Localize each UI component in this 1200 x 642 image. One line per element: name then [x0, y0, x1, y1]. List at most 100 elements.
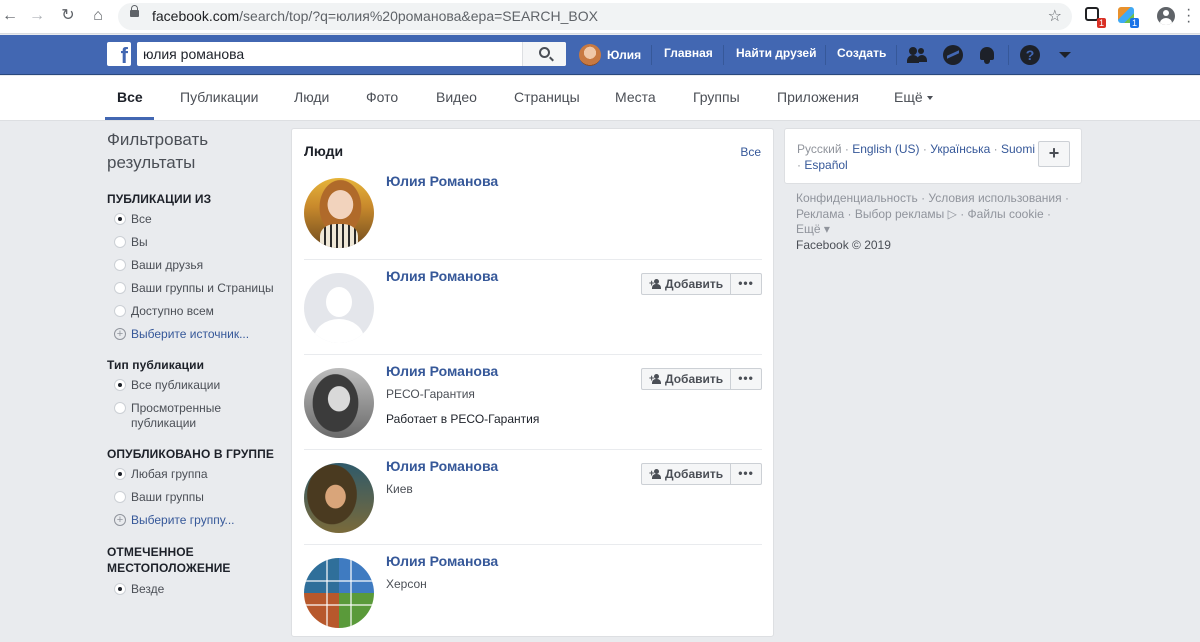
current-language: Русский [797, 142, 842, 156]
help-icon[interactable]: ? [1020, 45, 1040, 65]
search-tabs: Все Публикации Люди Фото Видео Страницы … [0, 76, 1200, 121]
footer-link-more[interactable]: Ещё [796, 222, 821, 236]
person-name-link[interactable]: Юлия Романова [386, 553, 498, 569]
filter-option[interactable]: Ваши группы [107, 490, 282, 505]
copyright-text: Facebook © 2019 [796, 237, 891, 252]
add-friend-icon: + [649, 374, 662, 384]
add-friend-button[interactable]: + Добавить [641, 463, 731, 485]
person-name-link[interactable]: Юлия Романова [386, 363, 498, 379]
language-link[interactable]: English (US) [852, 142, 919, 156]
plus-circle-icon: + [114, 514, 126, 526]
nav-profile-link[interactable]: Юлия [579, 43, 641, 67]
more-options-button[interactable]: ••• [730, 273, 762, 295]
radio-selected-icon [114, 583, 126, 595]
nav-find-friends-link[interactable]: Найти друзей [736, 46, 816, 60]
tab-pages[interactable]: Страницы [514, 89, 580, 105]
nav-create-link[interactable]: Создать [837, 46, 886, 60]
person-name-link[interactable]: Юлия Романова [386, 458, 498, 474]
language-link[interactable]: Suomi [1001, 142, 1035, 156]
friend-requests-icon[interactable] [907, 45, 927, 65]
language-list: Русский · English (US) · Українська · Su… [797, 142, 1036, 172]
add-language-button[interactable]: + [1038, 141, 1070, 167]
extension-icon[interactable]: 1 [1085, 7, 1106, 28]
search-box [137, 42, 566, 66]
filter-option-label: Ваши друзья [131, 258, 204, 272]
profile-photo[interactable] [304, 178, 374, 248]
footer-link-ad-choices[interactable]: Выбор рекламы [855, 207, 944, 221]
language-link[interactable]: Español [804, 158, 847, 172]
filter-option[interactable]: Ваши друзья [107, 258, 282, 273]
profile-photo[interactable] [304, 368, 374, 438]
tab-people[interactable]: Люди [294, 89, 329, 105]
tab-videos[interactable]: Видео [436, 89, 477, 105]
home-icon[interactable]: ⌂ [88, 6, 108, 26]
tab-posts[interactable]: Публикации [180, 89, 258, 105]
filter-group-posted-in-group: ОПУБЛИКОВАНО В ГРУППЕ Любая группа Ваши … [107, 447, 282, 528]
add-friend-button[interactable]: + Добавить [641, 273, 731, 295]
footer-link-privacy[interactable]: Конфиденциальность [796, 191, 918, 205]
filter-option-label: Ваши группы и Страницы [131, 281, 274, 295]
back-arrow-icon[interactable]: ← [0, 6, 20, 26]
nav-home-link[interactable]: Главная [664, 46, 713, 60]
browser-profile-icon[interactable] [1157, 7, 1175, 25]
filter-option[interactable]: Любая группа [107, 467, 282, 482]
filter-option[interactable]: Все [107, 212, 282, 227]
footer-link-terms[interactable]: Условия использования [928, 191, 1061, 205]
active-tab-indicator [105, 117, 154, 120]
search-input[interactable] [143, 46, 513, 62]
filter-option[interactable]: Вы [107, 235, 282, 250]
facebook-top-bar: f Юлия Главная Найти друзей Создать ? [0, 35, 1200, 75]
url-text[interactable]: facebook.com/search/top/?q=юлия%20романо… [152, 8, 598, 24]
filter-group-posts-from: ПУБЛИКАЦИИ ИЗ Все Вы Ваши друзья Ваши гр… [107, 192, 282, 342]
bookmark-star-icon[interactable]: ☆ [1048, 6, 1062, 26]
profile-photo[interactable] [304, 558, 374, 628]
filter-option[interactable]: Везде [107, 582, 282, 597]
choose-group-link[interactable]: + Выберите группу... [107, 513, 282, 528]
filter-heading: ОТМЕЧЕННОЕ МЕСТОПОЛОЖЕНИЕ [107, 545, 231, 575]
person-name-link[interactable]: Юлия Романова [386, 268, 498, 284]
tab-all[interactable]: Все [117, 89, 143, 105]
facebook-logo-icon[interactable]: f [107, 42, 131, 66]
person-result: Юлия Романова Херсон [304, 545, 762, 640]
tab-more[interactable]: Ещё [894, 89, 933, 105]
tab-places[interactable]: Места [615, 89, 656, 105]
messenger-icon[interactable] [943, 45, 963, 65]
person-name-link[interactable]: Юлия Романова [386, 173, 498, 189]
filter-option[interactable]: Ваши группы и Страницы [107, 281, 282, 296]
radio-selected-icon [114, 379, 126, 391]
tab-groups[interactable]: Группы [693, 89, 740, 105]
footer-link-cookies[interactable]: Файлы cookie [968, 207, 1044, 221]
extension-icon[interactable]: 1 [1118, 7, 1139, 28]
radio-icon [114, 236, 126, 248]
tab-apps[interactable]: Приложения [777, 89, 859, 105]
person-subtitle: Киев [386, 482, 413, 496]
filter-option[interactable]: Доступно всем [107, 304, 282, 319]
account-menu-caret-icon[interactable] [1059, 52, 1071, 58]
browser-menu-icon[interactable]: · · · [1186, 2, 1191, 30]
radio-icon [114, 305, 126, 317]
address-bar[interactable]: facebook.com/search/top/?q=юлия%20романо… [118, 3, 1072, 30]
reload-icon[interactable]: ↻ [58, 6, 78, 26]
filter-heading: ОПУБЛИКОВАНО В ГРУППЕ [107, 447, 274, 461]
person-result: Юлия Романова Киев + Добавить ••• [304, 450, 762, 545]
more-options-button[interactable]: ••• [730, 463, 762, 485]
filter-option-label: Любая группа [131, 467, 208, 481]
tab-photos[interactable]: Фото [366, 89, 398, 105]
add-friend-icon: + [649, 279, 662, 289]
add-friend-label: Добавить [665, 467, 724, 481]
more-options-button[interactable]: ••• [730, 368, 762, 390]
default-profile-photo[interactable] [304, 273, 374, 343]
filter-option[interactable]: Просмотренные публикации [107, 401, 221, 431]
filter-group-tagged-location: ОТМЕЧЕННОЕ МЕСТОПОЛОЖЕНИЕ Везде [107, 544, 282, 597]
add-friend-button[interactable]: + Добавить [641, 368, 731, 390]
footer-link-advertising[interactable]: Реклама [796, 207, 844, 221]
language-link[interactable]: Українська [930, 142, 990, 156]
notifications-bell-icon[interactable] [977, 45, 997, 65]
see-all-people-link[interactable]: Все [740, 145, 761, 159]
url-host: facebook.com [152, 8, 240, 24]
profile-photo[interactable] [304, 463, 374, 533]
search-button[interactable] [522, 42, 566, 66]
choose-source-link[interactable]: + Выберите источник... [107, 327, 282, 342]
forward-arrow-icon[interactable]: → [27, 6, 47, 26]
filter-option[interactable]: Все публикации [107, 378, 282, 393]
